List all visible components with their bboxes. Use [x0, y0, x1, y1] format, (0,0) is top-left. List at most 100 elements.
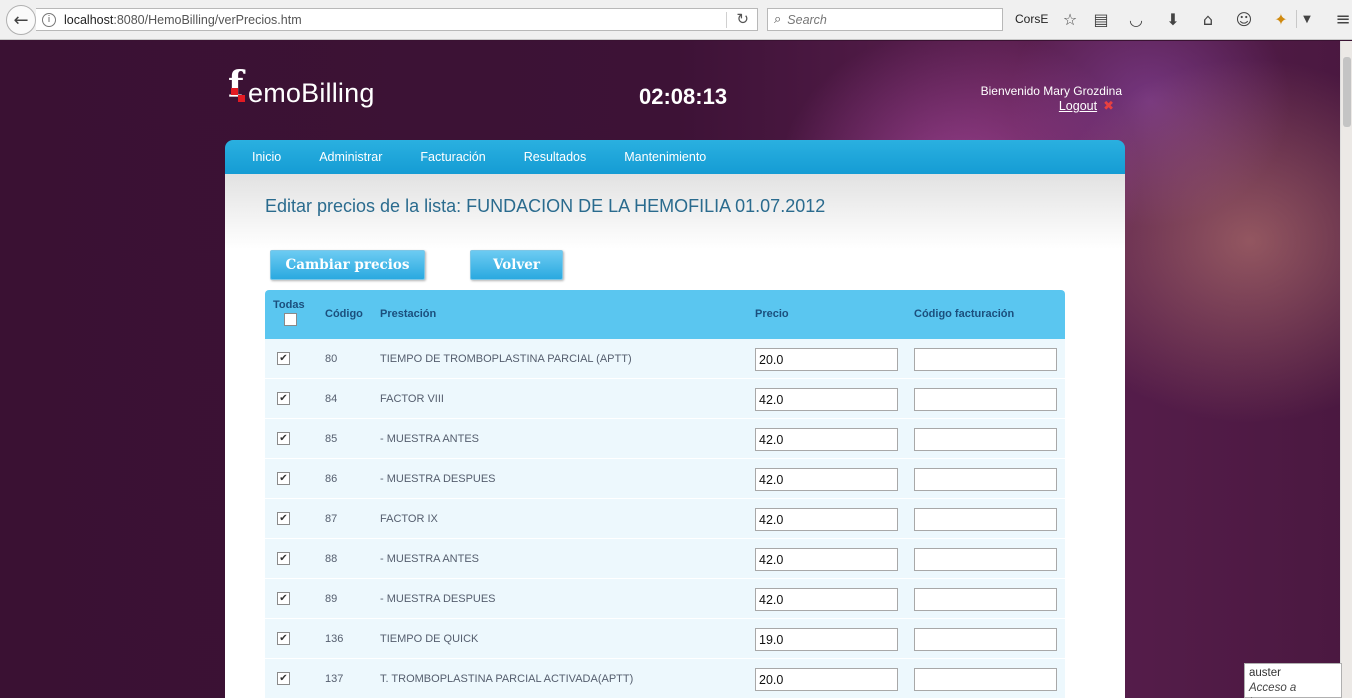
dropdown-icon[interactable]: ▼ [1297, 9, 1317, 29]
price-input[interactable] [755, 588, 898, 611]
divider [726, 12, 727, 28]
row-code: 136 [325, 633, 344, 645]
row-prestacion: TIEMPO DE TROMBOPLASTINA PARCIAL (APTT) [380, 353, 632, 365]
back-button[interactable]: Volver [470, 250, 563, 280]
billing-code-input[interactable] [914, 388, 1057, 411]
scrollbar[interactable] [1340, 41, 1352, 698]
row-prestacion: FACTOR VIII [380, 393, 444, 405]
nav-item-administrar[interactable]: Administrar [319, 150, 382, 164]
close-icon[interactable]: ✖ [1103, 99, 1114, 114]
scrollbar-thumb[interactable] [1343, 57, 1351, 127]
table-row: ✔ 89 - MUESTRA DESPUES [265, 579, 1065, 619]
content-panel: Editar precios de la lista: FUNDACION DE… [225, 174, 1125, 698]
reader-icon[interactable]: ▤ [1091, 9, 1111, 29]
main-nav: Inicio Administrar Facturación Resultado… [225, 140, 1125, 174]
search-placeholder: Search [787, 12, 827, 27]
pocket-icon[interactable]: ◡ [1126, 9, 1146, 29]
nav-item-inicio[interactable]: Inicio [252, 150, 281, 164]
column-header-codigo-facturacion[interactable]: Código facturación [914, 308, 1014, 320]
table-row: ✔ 136 TIEMPO DE QUICK [265, 619, 1065, 659]
row-checkbox[interactable]: ✔ [277, 432, 290, 445]
price-input[interactable] [755, 508, 898, 531]
row-prestacion: - MUESTRA DESPUES [380, 473, 496, 485]
column-header-precio[interactable]: Precio [755, 308, 789, 320]
table-row: ✔ 87 FACTOR IX [265, 499, 1065, 539]
row-code: 137 [325, 673, 344, 685]
table-row: ✔ 85 - MUESTRA ANTES [265, 419, 1065, 459]
row-code: 86 [325, 473, 338, 485]
prices-table: Todas Código Prestación Precio Código fa… [265, 290, 1065, 698]
nav-item-mantenimiento[interactable]: Mantenimiento [624, 150, 706, 164]
welcome-text: Bienvenido Mary Grozdina [980, 84, 1122, 98]
url-bar[interactable]: i localhost:8080/HemoBilling/verPrecios.… [36, 8, 758, 31]
row-checkbox[interactable]: ✔ [277, 352, 290, 365]
back-arrow-icon[interactable]: ← [6, 5, 36, 35]
billing-code-input[interactable] [914, 548, 1057, 571]
logout-link[interactable]: Logout [1059, 99, 1097, 114]
network-status-tooltip: auster Acceso a Internet [1244, 663, 1342, 698]
row-code: 85 [325, 433, 338, 445]
select-all-checkbox[interactable] [284, 313, 298, 326]
table-row: ✔ 86 - MUESTRA DESPUES [265, 459, 1065, 499]
billing-code-input[interactable] [914, 508, 1057, 531]
column-header-codigo[interactable]: Código [325, 308, 363, 320]
nav-item-resultados[interactable]: Resultados [524, 150, 587, 164]
download-icon[interactable]: ⬇ [1163, 9, 1183, 29]
row-checkbox[interactable]: ✔ [277, 472, 290, 485]
reload-icon[interactable]: ↻ [736, 10, 749, 28]
star-icon[interactable]: ☆ [1060, 9, 1080, 29]
logo-mark: f [228, 64, 245, 106]
price-input[interactable] [755, 668, 898, 691]
table-row: ✔ 137 T. TROMBOPLASTINA PARCIAL ACTIVADA… [265, 659, 1065, 698]
row-checkbox[interactable]: ✔ [277, 672, 290, 685]
table-row: ✔ 88 - MUESTRA ANTES [265, 539, 1065, 579]
row-prestacion: T. TROMBOPLASTINA PARCIAL ACTIVADA(APTT) [380, 673, 634, 685]
chat-icon[interactable]: ☺ [1234, 9, 1254, 29]
row-checkbox[interactable]: ✔ [277, 592, 290, 605]
logo-text: emoBilling [248, 78, 375, 108]
row-code: 89 [325, 593, 338, 605]
url-path: :8080/HemoBilling/verPrecios.htm [113, 12, 302, 27]
page-title: Editar precios de la lista: FUNDACION DE… [265, 196, 826, 216]
price-input[interactable] [755, 468, 898, 491]
nav-item-facturacion[interactable]: Facturación [420, 150, 485, 164]
billing-code-input[interactable] [914, 668, 1057, 691]
price-input[interactable] [755, 348, 898, 371]
row-checkbox[interactable]: ✔ [277, 552, 290, 565]
billing-code-input[interactable] [914, 588, 1057, 611]
row-checkbox[interactable]: ✔ [277, 512, 290, 525]
table-row: ✔ 84 FACTOR VIII [265, 379, 1065, 419]
network-name: auster [1249, 667, 1281, 679]
row-code: 84 [325, 393, 338, 405]
billing-code-input[interactable] [914, 348, 1057, 371]
row-prestacion: - MUESTRA ANTES [380, 433, 480, 445]
row-prestacion: - MUESTRA DESPUES [380, 593, 496, 605]
row-checkbox[interactable]: ✔ [277, 392, 290, 405]
menu-icon[interactable]: ≡ [1333, 9, 1352, 30]
price-input[interactable] [755, 628, 898, 651]
billing-code-input[interactable] [914, 628, 1057, 651]
row-code: 87 [325, 513, 338, 525]
info-icon[interactable]: i [42, 12, 56, 27]
price-input[interactable] [755, 388, 898, 411]
price-input[interactable] [755, 548, 898, 571]
row-code: 88 [325, 553, 338, 565]
column-header-prestacion[interactable]: Prestación [380, 308, 436, 320]
clock: 02:08:13 [639, 84, 728, 109]
row-prestacion: FACTOR IX [380, 513, 438, 525]
profile-label[interactable]: CorsE [1015, 12, 1048, 26]
app-logo[interactable]: f emoBilling [228, 64, 375, 108]
search-icon: ⌕ [774, 12, 782, 27]
home-icon[interactable]: ⌂ [1198, 9, 1218, 29]
row-prestacion: - MUESTRA ANTES [380, 553, 480, 565]
user-panel: Bienvenido Mary Grozdina Logout ✖ [981, 84, 1122, 114]
price-input[interactable] [755, 428, 898, 451]
search-bar[interactable]: ⌕ Search [767, 8, 1003, 31]
change-prices-button[interactable]: Cambiar precios [270, 250, 425, 280]
url-host: localhost [64, 12, 114, 27]
billing-code-input[interactable] [914, 428, 1057, 451]
browser-toolbar: ← i localhost:8080/HemoBilling/verPrecio… [0, 0, 1352, 40]
extension-icon[interactable]: ✦ [1271, 9, 1291, 29]
row-checkbox[interactable]: ✔ [277, 632, 290, 645]
billing-code-input[interactable] [914, 468, 1057, 491]
